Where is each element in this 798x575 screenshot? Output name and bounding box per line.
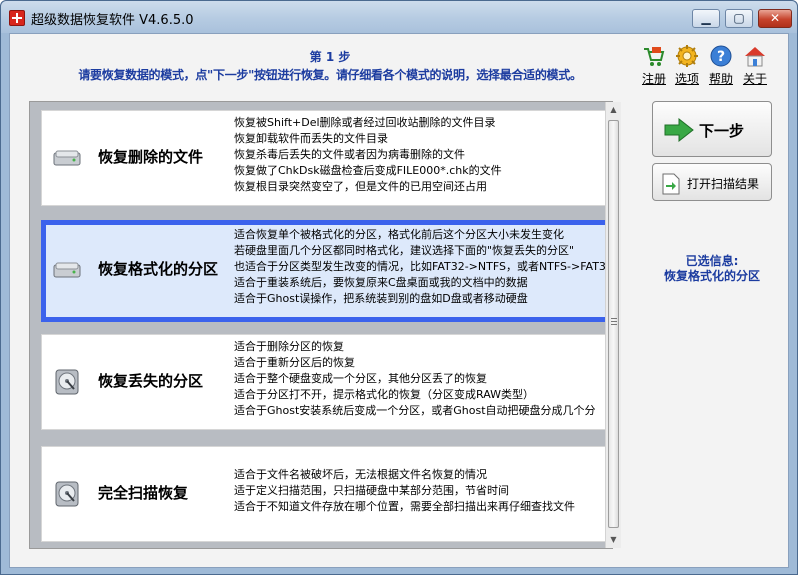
disk-icon bbox=[53, 262, 81, 278]
home-icon bbox=[745, 47, 765, 67]
open-scan-results-label: 打开扫描结果 bbox=[687, 177, 760, 191]
open-scan-results-button[interactable]: 打开扫描结果 bbox=[652, 163, 772, 201]
app-icon bbox=[9, 10, 25, 26]
scroll-up-arrow[interactable]: ▲ bbox=[606, 102, 621, 118]
mode-title: 恢复删除的文件 bbox=[98, 148, 204, 166]
client-area: 第 1 步 请要恢复数据的模式，点"下一步"按钮进行恢复。请仔细看各个模式的说明… bbox=[9, 33, 789, 568]
close-button[interactable]: ✕ bbox=[758, 9, 792, 28]
title-bar[interactable]: 超级数据恢复软件 V4.6.5.0 ▁ ▢ ✕ bbox=[1, 1, 797, 33]
mode-title: 完全扫描恢复 bbox=[98, 484, 189, 502]
next-step-button[interactable]: 下一步 bbox=[652, 101, 772, 157]
minimize-button[interactable]: ▁ bbox=[692, 9, 720, 28]
mode-item-formatted-partition[interactable]: 恢复格式化的分区 适合恢复单个被格式化的分区，格式化前后这个分区大小未发生变化 … bbox=[33, 214, 615, 322]
harddrive-icon bbox=[55, 481, 79, 507]
register-button[interactable]: 注册 bbox=[637, 44, 671, 87]
about-label: 关于 bbox=[742, 72, 767, 86]
gear-icon bbox=[676, 45, 698, 67]
options-label: 选项 bbox=[674, 72, 699, 86]
instruction-text: 请要恢复数据的模式，点"下一步"按钮进行恢复。请仔细看各个模式的说明，选择最合适… bbox=[78, 68, 582, 82]
harddrive-icon bbox=[55, 369, 79, 395]
about-button[interactable]: 关于 bbox=[738, 44, 772, 87]
mode-item-deleted-files[interactable]: 恢复删除的文件 恢复被Shift+Del删除或者经过回收站删除的文件目录 恢复卸… bbox=[33, 102, 615, 207]
scroll-down-arrow[interactable]: ▼ bbox=[606, 532, 621, 548]
open-file-icon bbox=[662, 173, 680, 195]
mode-description: 适合恢复单个被格式化的分区，格式化前后这个分区大小未发生变化 若硬盘里面几个分区… bbox=[234, 228, 606, 305]
vertical-scrollbar[interactable]: ▲ ▼ bbox=[605, 102, 621, 548]
disk-icon bbox=[53, 150, 81, 166]
help-label: 帮助 bbox=[708, 72, 733, 86]
cart-icon bbox=[644, 47, 665, 66]
maximize-button[interactable]: ▢ bbox=[725, 9, 753, 28]
scroll-thumb[interactable] bbox=[608, 120, 619, 528]
mode-description: 适合于删除分区的恢复 适合于重新分区后的恢复 适合于整个硬盘变成一个分区，其他分… bbox=[234, 340, 596, 417]
mode-title: 恢复格式化的分区 bbox=[98, 260, 219, 278]
help-icon: ? bbox=[710, 45, 732, 67]
mode-title: 恢复丢失的分区 bbox=[98, 372, 204, 390]
main-window: 超级数据恢复软件 V4.6.5.0 ▁ ▢ ✕ 第 1 步 请要恢复数据的模式，… bbox=[0, 0, 798, 575]
mode-list: 恢复删除的文件 恢复被Shift+Del删除或者经过回收站删除的文件目录 恢复卸… bbox=[29, 101, 615, 549]
window-title: 超级数据恢复软件 V4.6.5.0 bbox=[31, 13, 194, 28]
svg-text:?: ? bbox=[717, 49, 725, 65]
step-title: 第 1 步 bbox=[309, 50, 351, 64]
arrow-right-icon bbox=[664, 118, 694, 142]
options-button[interactable]: 选项 bbox=[670, 44, 704, 87]
scroll-grip-icon bbox=[611, 318, 617, 325]
help-button[interactable]: ? 帮助 bbox=[704, 44, 738, 87]
register-label: 注册 bbox=[641, 72, 666, 86]
selected-info-value: 恢复格式化的分区 bbox=[663, 269, 760, 283]
next-step-label: 下一步 bbox=[699, 122, 745, 140]
mode-description: 适合于文件名被破坏后，无法根据文件名恢复的情况 适于定义扫描范围，只扫描硬盘中某… bbox=[234, 468, 575, 513]
mode-description: 恢复被Shift+Del删除或者经过回收站删除的文件目录 恢复卸载软件而丢失的文… bbox=[234, 116, 502, 193]
mode-item-lost-partition[interactable]: 恢复丢失的分区 适合于删除分区的恢复 适合于重新分区后的恢复 适合于整个硬盘变成… bbox=[33, 326, 615, 431]
mode-item-full-scan[interactable]: 完全扫描恢复 适合于文件名被破坏后，无法根据文件名恢复的情况 适于定义扫描范围，… bbox=[33, 438, 615, 543]
